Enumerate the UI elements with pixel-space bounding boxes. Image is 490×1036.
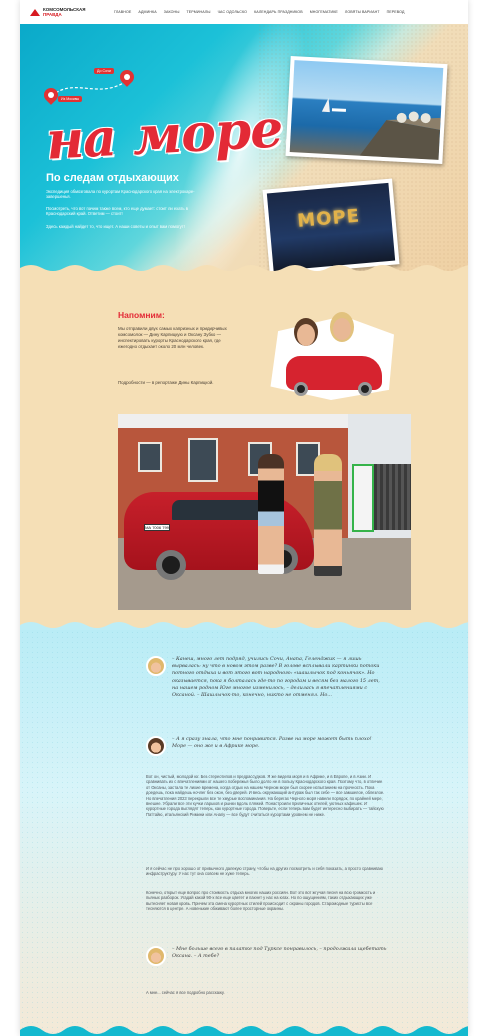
- avatar-dina-icon: [146, 736, 166, 756]
- reminder-section: Напомним: Мы отправили двух самых каприз…: [20, 274, 468, 631]
- more-sign-text: МОРЕ: [296, 205, 361, 232]
- article-paragraph: А мне... сейчас я все подробно расскажу.: [146, 990, 225, 995]
- ev-charger: [352, 464, 374, 532]
- nav-item[interactable]: КАЛЕНДАРЬ ПРАЗДНИКОВ: [254, 10, 303, 14]
- photo-heroines-with-car: МА 7006 799: [118, 414, 411, 610]
- avatar-oksana-icon: [146, 946, 166, 966]
- heroine-dina-photo: [258, 454, 284, 574]
- wheel-icon: [156, 550, 186, 580]
- dialog-section: – Канеш, много лет подряд, учились Сочи,…: [20, 630, 468, 1036]
- photo-seaside-pier: [285, 55, 448, 165]
- nav-item[interactable]: ЗАКОНЫ: [164, 10, 180, 14]
- hero-paragraph: Здесь каждый найдет то, что ищет. А наши…: [46, 224, 185, 229]
- nav-item[interactable]: ЛОВЯТЫ ВАРИАНТ: [345, 10, 380, 14]
- logo-mark-icon: [30, 7, 40, 17]
- heroines-car-collage: [268, 306, 394, 402]
- quote-text: – Канеш, много лет подряд, учились Сочи,…: [172, 656, 380, 699]
- article-paragraph: Конечно, открыт еще вопрос про стоимость…: [146, 890, 376, 912]
- fence: [374, 464, 411, 530]
- nav-item[interactable]: ЧАС ОДОЛЬСКО: [218, 10, 248, 14]
- nav-item[interactable]: АДМИНКА: [138, 10, 156, 14]
- nav-item[interactable]: МНОГЕМАТИКЕ: [310, 10, 338, 14]
- hero-section: Из Москвы До Сочи на море! По следам отд…: [20, 24, 468, 274]
- dialog-quote: – Канеш, много лет подряд, учились Сочи,…: [146, 656, 387, 699]
- nav-item[interactable]: ТЕРМИНАЛЫ: [187, 10, 211, 14]
- quote-text: – Мне больше всего в палатке под Турксе …: [172, 946, 387, 960]
- logo-line2: ПРАВДА: [43, 12, 62, 17]
- page: КОМСОМОЛЬСКАЯ ПРАВДА ГЛАВНОЕ АДМИНКА ЗАК…: [20, 0, 468, 1036]
- quote-text: – А я сразу знала, что мне понравится. Р…: [172, 736, 372, 750]
- hero-subtitle: По следам отдыхающих: [46, 172, 179, 184]
- avatar-oksana-icon: [146, 656, 166, 676]
- hero-paragraph: Экспедиция обмозговала по курортам Красн…: [46, 189, 195, 200]
- hero-paragraph: Посмотреть, что вот пачим также всем, кт…: [46, 206, 188, 217]
- photo-more-sign: МОРЕ: [262, 178, 400, 274]
- heroine-oksana-photo: [314, 454, 342, 576]
- dialog-quote: – А я сразу знала, что мне понравится. Р…: [146, 736, 387, 756]
- wheel-icon: [358, 382, 372, 396]
- reminder-link-text[interactable]: Подробности — в репортаже Дины Карпицкой…: [118, 380, 236, 386]
- reminder-title: Напомним:: [118, 310, 165, 320]
- pin-from-label: Из Москвы: [58, 96, 83, 102]
- main-nav: ГЛАВНОЕ АДМИНКА ЗАКОНЫ ТЕРМИНАЛЫ ЧАС ОДО…: [114, 10, 404, 14]
- nav-item[interactable]: ПЕРЕВОД: [387, 10, 405, 14]
- site-header: КОМСОМОЛЬСКАЯ ПРАВДА ГЛАВНОЕ АДМИНКА ЗАК…: [20, 0, 468, 24]
- nav-item[interactable]: ГЛАВНОЕ: [114, 10, 131, 14]
- wheel-icon: [294, 382, 308, 396]
- article-paragraph: И я сейчас не про хорошо от привычного д…: [146, 866, 383, 877]
- wave-divider: [20, 1026, 468, 1036]
- wave-divider: [20, 265, 468, 274]
- license-plate: МА 7006 799: [144, 524, 170, 531]
- site-logo[interactable]: КОМСОМОЛЬСКАЯ ПРАВДА: [30, 7, 100, 17]
- dialog-quote: – Мне больше всего в палатке под Турксе …: [146, 946, 387, 966]
- pin-to-label: До Сочи: [94, 68, 114, 74]
- article-paragraph: Вот он, чистый, молодой юг. Без стереоти…: [146, 774, 385, 817]
- pier-illustration: [321, 97, 441, 160]
- reminder-paragraph: Мы отправили двух самых капризных и прид…: [118, 326, 227, 349]
